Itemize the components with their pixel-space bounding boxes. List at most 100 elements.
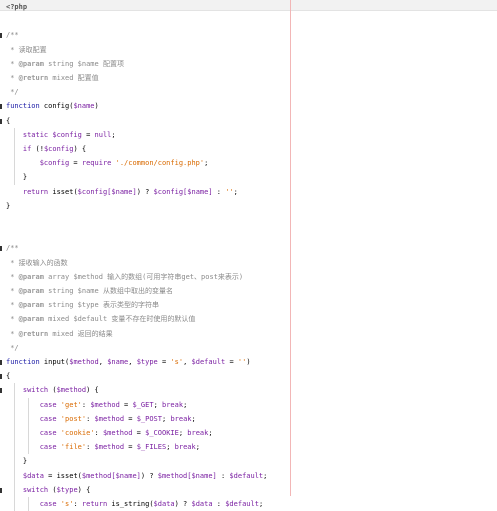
code-token: ; [233, 187, 238, 196]
code-token: ) { [86, 386, 99, 395]
code-line: switch ($type) { [6, 483, 90, 497]
code-token: mixed 返回的结果 [48, 329, 113, 338]
code-token: , [183, 358, 192, 366]
code-line: */ [6, 85, 19, 99]
code-token: = [132, 429, 146, 437]
fold-marker[interactable] [0, 104, 2, 110]
code-token: string $name 从数组中取出的变量名 [43, 287, 173, 295]
code-token: $name [107, 358, 129, 366]
code-token: break [162, 400, 184, 409]
code-token: ; [258, 500, 264, 508]
code-line: * @return mixed 配置值 [6, 71, 98, 85]
code-token: break [170, 414, 192, 423]
code-token: = [69, 159, 82, 168]
fold-marker[interactable] [0, 487, 2, 493]
code-line: static $config = null; [6, 128, 116, 142]
code-token: : [86, 443, 95, 452]
code-token: is_string( [107, 500, 154, 508]
code-token: mixed $default 变量不存在时使用的默认值 [43, 315, 196, 324]
code-token: { [6, 372, 11, 381]
code-token: './common/config.php' [115, 159, 205, 168]
code-token: */ [6, 88, 19, 97]
code-line: case 'post': $method = $_POST; break; [6, 412, 196, 426]
code-token: $method[$name] [81, 471, 141, 480]
code-token: /** [6, 31, 19, 40]
indent-guide [14, 383, 15, 511]
code-token: ) ? [136, 187, 154, 196]
indent-guide [14, 127, 15, 185]
code-line: function input($method, $name, $type = '… [6, 355, 251, 369]
code-line: case 'get': $method = $_GET; break; [6, 398, 188, 412]
code-token: ) [94, 102, 99, 111]
code-token: = [124, 443, 137, 452]
code-token: $data [6, 471, 44, 480]
code-line: return isset($config[$name]) ? $config[$… [6, 185, 238, 199]
code-line: * @param string $name 从数组中取出的变量名 [6, 284, 173, 298]
code-token: $default [191, 358, 226, 366]
fold-marker[interactable] [0, 360, 2, 365]
code-line: function config($name) [6, 99, 99, 113]
code-token: function [6, 102, 40, 111]
code-token: function [6, 358, 40, 366]
code-line: $data = isset($method[$name]) ? $method[… [6, 469, 268, 483]
indent-guide [28, 497, 29, 511]
code-token: isset( [48, 187, 78, 196]
code-token: $config [6, 159, 70, 168]
code-token: * 读取配置 [6, 45, 47, 54]
fold-marker[interactable] [0, 118, 2, 124]
code-token: switch [6, 386, 49, 395]
fold-marker[interactable] [0, 374, 2, 380]
code-token: @return [18, 74, 49, 82]
code-token: '' [225, 187, 234, 196]
code-token: null [94, 130, 112, 139]
code-line: case 'cookie': $method = $_COOKIE; break… [6, 426, 213, 440]
code-line: case 's': return is_string($data) ? $dat… [6, 497, 263, 511]
code-token: $name [73, 102, 95, 111]
code-line: * @return mixed 返回的结果 [6, 327, 113, 341]
code-line: { [6, 114, 10, 128]
fold-marker[interactable] [0, 33, 2, 39]
code-token: */ [6, 343, 19, 352]
fold-marker[interactable] [0, 246, 2, 252]
code-token: $method [69, 358, 99, 366]
code-token: break [174, 443, 196, 452]
code-token: static [6, 130, 53, 139]
code-token: = isset( [43, 471, 82, 480]
code-token: $method [102, 429, 133, 437]
code-token: $type [56, 485, 78, 494]
code-token: $_POST [136, 414, 162, 423]
code-line: if (!$config) { [6, 142, 86, 156]
fold-marker[interactable] [0, 388, 2, 394]
code-token: , [128, 358, 137, 366]
code-token: ; [208, 429, 213, 437]
code-token: = [157, 358, 171, 366]
code-token: : [86, 414, 95, 423]
code-token: $_COOKIE [145, 429, 179, 437]
code-token: } [6, 173, 28, 182]
code-token: * 接收输入的函数 [6, 258, 68, 267]
code-token: @return [18, 329, 49, 338]
code-token: $data [191, 500, 213, 508]
code-token: = [81, 130, 95, 139]
code-token: { [6, 116, 11, 125]
code-token: string $type 表示类型的字符串 [43, 301, 159, 310]
code-token: 's' [60, 500, 74, 508]
code-token: : [73, 500, 82, 508]
code-token: = [225, 358, 238, 366]
code-token: ; [204, 159, 209, 168]
code-line: } [6, 454, 27, 468]
code-token: $default [229, 471, 264, 480]
code-line: * @param mixed $default 变量不存在时使用的默认值 [6, 312, 195, 326]
indent-guide [28, 397, 29, 455]
code-line: $config = require './common/config.php'; [6, 156, 209, 170]
code-token: * [6, 287, 19, 295]
code-token: } [6, 457, 28, 466]
code-token: $method [56, 386, 87, 395]
code-token: = [124, 414, 137, 423]
code-editor[interactable]: <?php /** * 读取配置 * @param string $name 配置… [0, 0, 497, 511]
code-line: * @param string $type 表示类型的字符串 [6, 298, 159, 312]
code-token: ) { [77, 485, 91, 494]
editor-tab-strip [0, 0, 497, 11]
code-token: * [6, 301, 19, 310]
code-token: @param [18, 59, 44, 68]
